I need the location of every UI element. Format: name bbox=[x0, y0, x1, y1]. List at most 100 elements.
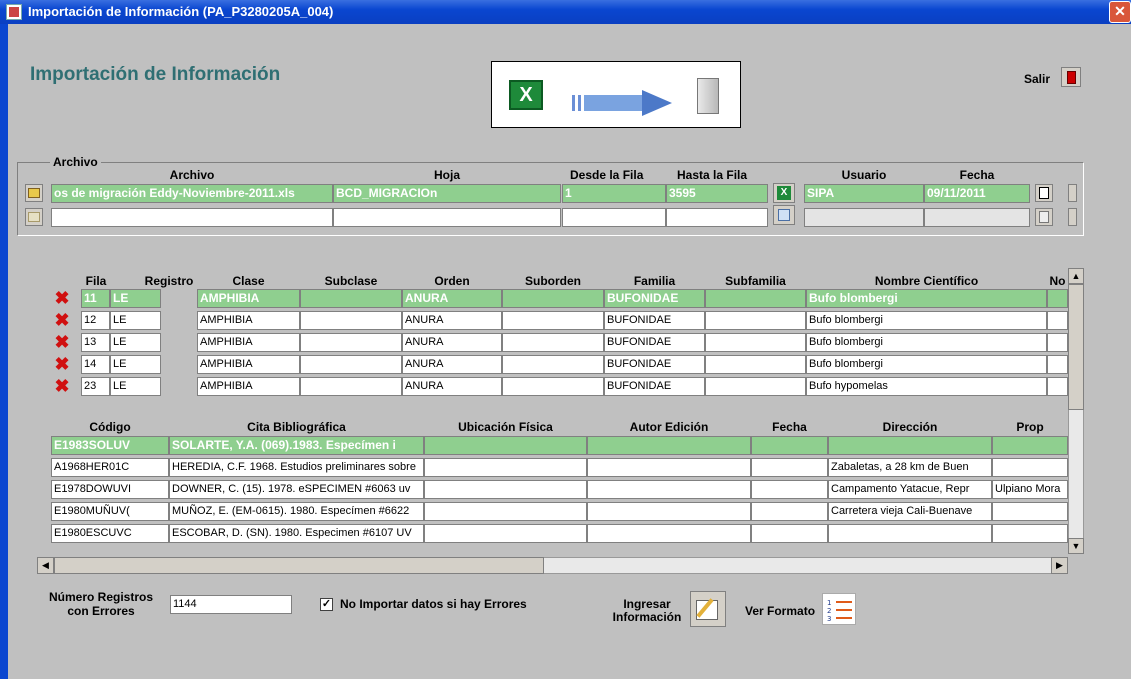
grid2-cell[interactable] bbox=[424, 458, 587, 477]
grid2-cell[interactable] bbox=[828, 524, 992, 543]
grid1-cell[interactable] bbox=[1047, 289, 1068, 308]
grid1-cell[interactable] bbox=[502, 333, 604, 352]
grid1-cell[interactable]: BUFONIDAE bbox=[604, 289, 705, 308]
grid2-cell[interactable] bbox=[587, 436, 751, 455]
grid1-cell[interactable] bbox=[705, 333, 806, 352]
hasta-field[interactable]: 3595 bbox=[666, 184, 768, 203]
delete-icon[interactable]: ✖ bbox=[53, 377, 71, 395]
grid2-cell[interactable] bbox=[424, 524, 587, 543]
grid1-cell[interactable] bbox=[502, 289, 604, 308]
ver-formato-button[interactable]: 123 bbox=[822, 593, 856, 625]
grid1-cell[interactable]: ANURA bbox=[402, 333, 502, 352]
grid1-cell[interactable] bbox=[300, 333, 402, 352]
ingresar-button[interactable] bbox=[690, 591, 726, 627]
grid1-cell[interactable]: AMPHIBIA bbox=[197, 355, 300, 374]
delete-icon[interactable]: ✖ bbox=[53, 355, 71, 373]
scroll-left-button[interactable]: ◀ bbox=[37, 557, 54, 574]
grid2-cell[interactable]: Ulpiano Mora bbox=[992, 480, 1068, 499]
grid1-cell[interactable]: ANURA bbox=[402, 355, 502, 374]
grid1-cell[interactable]: ANURA bbox=[402, 377, 502, 396]
grid2-cell[interactable]: Carretera vieja Cali-Buenave bbox=[828, 502, 992, 521]
grid2-cell[interactable] bbox=[751, 502, 828, 521]
archivo-field[interactable]: os de migración Eddy-Noviembre-2011.xls bbox=[51, 184, 333, 203]
grid1-cell[interactable]: 23 bbox=[81, 377, 110, 396]
usuario-field[interactable]: SIPA bbox=[804, 184, 924, 203]
desde-field[interactable]: 1 bbox=[562, 184, 666, 203]
grid2-cell[interactable]: E1983SOLUV bbox=[51, 436, 169, 455]
grid1-cell[interactable]: BUFONIDAE bbox=[604, 355, 705, 374]
load-excel-button[interactable]: X bbox=[773, 183, 795, 203]
grid1-cell[interactable]: LE bbox=[110, 311, 161, 330]
grid2-cell[interactable] bbox=[751, 458, 828, 477]
errors-count-field[interactable]: 1144 bbox=[170, 595, 292, 614]
grid1-cell[interactable]: Bufo blombergi bbox=[806, 355, 1047, 374]
grid1-cell[interactable]: AMPHIBIA bbox=[197, 377, 300, 396]
grid1-cell[interactable]: LE bbox=[110, 333, 161, 352]
grid2-cell[interactable] bbox=[424, 502, 587, 521]
validate-button[interactable] bbox=[1035, 184, 1053, 202]
grid2-cell[interactable] bbox=[587, 524, 751, 543]
delete-icon[interactable]: ✖ bbox=[53, 289, 71, 307]
grid2-cell[interactable] bbox=[751, 480, 828, 499]
grid2-cell[interactable]: MUÑOZ, E. (EM-0615). 1980. Especímen #66… bbox=[169, 502, 424, 521]
grid1-cell[interactable] bbox=[705, 355, 806, 374]
grid1-cell[interactable] bbox=[502, 377, 604, 396]
grid1-cell[interactable]: Bufo blombergi bbox=[806, 289, 1047, 308]
grid2-cell[interactable] bbox=[424, 480, 587, 499]
grid1-cell[interactable] bbox=[1047, 311, 1068, 330]
grid1-cell[interactable] bbox=[300, 355, 402, 374]
grid1-cell[interactable] bbox=[1047, 333, 1068, 352]
grid1-cell[interactable] bbox=[705, 289, 806, 308]
grid1-cell[interactable]: ANURA bbox=[402, 289, 502, 308]
grid1-cell[interactable]: AMPHIBIA bbox=[197, 289, 300, 308]
grid2-cell[interactable]: E1980MUÑUV( bbox=[51, 502, 169, 521]
grid2-cell[interactable]: Zabaletas, a 28 km de Buen bbox=[828, 458, 992, 477]
grid2-cell[interactable] bbox=[587, 458, 751, 477]
grid1-cell[interactable]: LE bbox=[110, 289, 161, 308]
grid2-cell[interactable] bbox=[587, 480, 751, 499]
grid1-cell[interactable] bbox=[300, 311, 402, 330]
grid1-cell[interactable]: BUFONIDAE bbox=[604, 333, 705, 352]
open-file-button-2[interactable] bbox=[25, 208, 43, 226]
open-file-button[interactable] bbox=[25, 184, 43, 202]
grid1-cell[interactable]: BUFONIDAE bbox=[604, 377, 705, 396]
grid2-cell[interactable]: A1968HER01C bbox=[51, 458, 169, 477]
archivo-scroll-down[interactable] bbox=[1068, 208, 1077, 226]
fecha-field[interactable]: 09/11/2011 bbox=[924, 184, 1030, 203]
export-button[interactable] bbox=[773, 205, 795, 225]
hoja-field-2[interactable] bbox=[333, 208, 561, 227]
grid1-cell[interactable]: AMPHIBIA bbox=[197, 333, 300, 352]
grid1-cell[interactable] bbox=[300, 377, 402, 396]
grid2-cell[interactable] bbox=[751, 524, 828, 543]
scroll-thumb-horizontal[interactable] bbox=[54, 557, 544, 574]
hoja-field[interactable]: BCD_MIGRACIOn bbox=[333, 184, 561, 203]
grid2-cell[interactable]: DOWNER, C. (15). 1978. eSPECIMEN #6063 u… bbox=[169, 480, 424, 499]
grid1-cell[interactable] bbox=[705, 377, 806, 396]
grid2-cell[interactable]: ESCOBAR, D. (SN). 1980. Especimen #6107 … bbox=[169, 524, 424, 543]
hasta-field-2[interactable] bbox=[666, 208, 768, 227]
grid2-cell[interactable]: Campamento Yatacue, Repr bbox=[828, 480, 992, 499]
delete-icon[interactable]: ✖ bbox=[53, 333, 71, 351]
grid1-cell[interactable]: 11 bbox=[81, 289, 110, 308]
grid1-cell[interactable]: AMPHIBIA bbox=[197, 311, 300, 330]
desde-field-2[interactable] bbox=[562, 208, 666, 227]
grid2-cell[interactable] bbox=[992, 524, 1068, 543]
grid2-cell[interactable] bbox=[992, 502, 1068, 521]
grid1-cell[interactable]: 13 bbox=[81, 333, 110, 352]
close-icon[interactable]: ✕ bbox=[1109, 1, 1131, 23]
grid2-cell[interactable] bbox=[828, 436, 992, 455]
grid1-cell[interactable]: 12 bbox=[81, 311, 110, 330]
grid2-cell[interactable]: HEREDIA, C.F. 1968. Estudios preliminare… bbox=[169, 458, 424, 477]
validate-button-2[interactable] bbox=[1035, 208, 1053, 226]
scroll-thumb-vertical[interactable] bbox=[1068, 284, 1084, 410]
grid2-cell[interactable] bbox=[751, 436, 828, 455]
grid1-cell[interactable]: LE bbox=[110, 355, 161, 374]
scroll-down-button[interactable]: ▼ bbox=[1068, 538, 1084, 554]
archivo-scroll-up[interactable] bbox=[1068, 184, 1077, 202]
grid1-cell[interactable] bbox=[1047, 377, 1068, 396]
grid1-cell[interactable] bbox=[502, 355, 604, 374]
grid1-cell[interactable] bbox=[705, 311, 806, 330]
grid2-cell[interactable] bbox=[587, 502, 751, 521]
grid1-cell[interactable] bbox=[502, 311, 604, 330]
grid1-cell[interactable]: BUFONIDAE bbox=[604, 311, 705, 330]
